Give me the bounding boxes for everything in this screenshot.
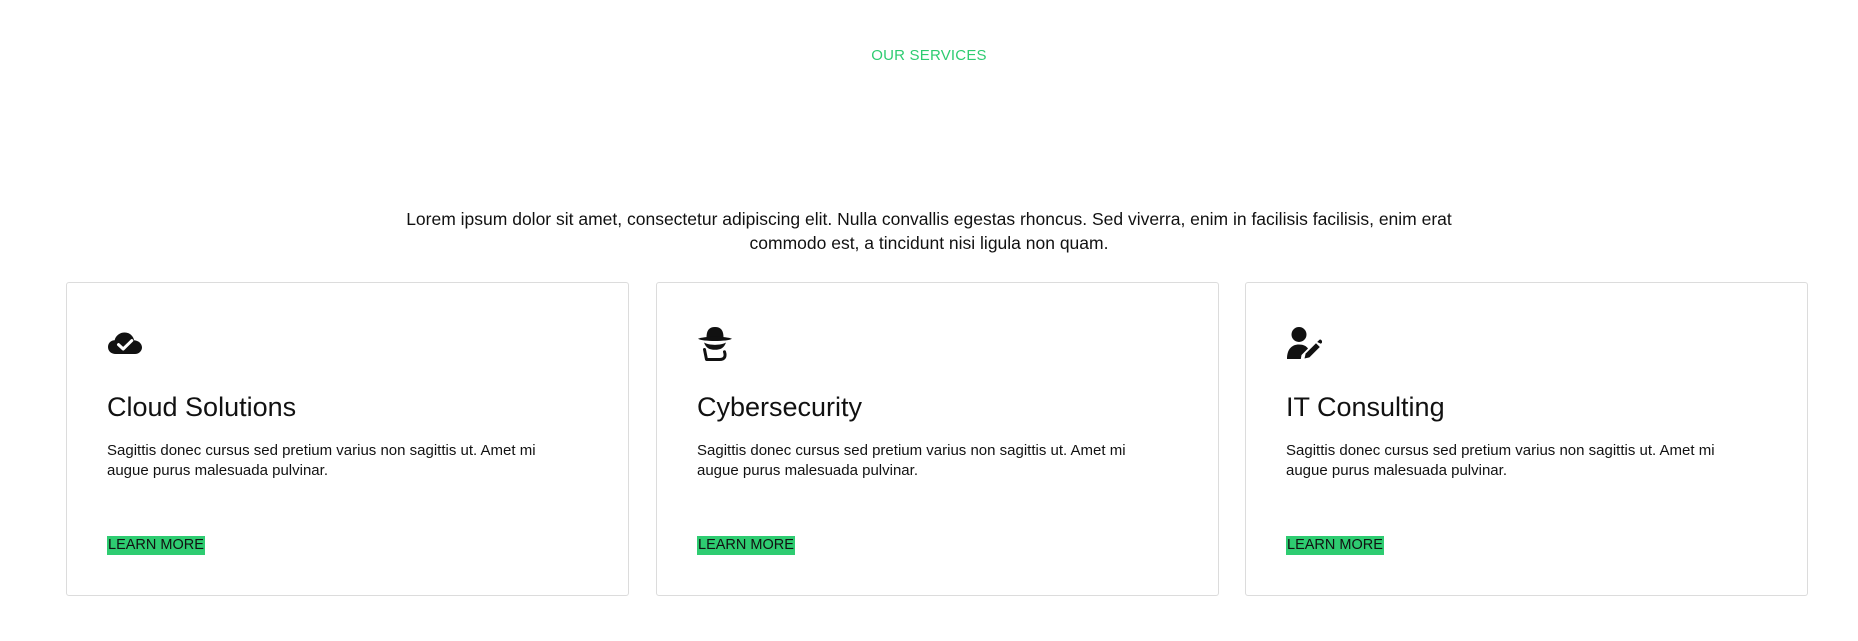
service-card-cybersecurity: Cybersecurity Sagittis donec cursus sed … bbox=[656, 282, 1219, 596]
service-card-it-consulting: IT Consulting Sagittis donec cursus sed … bbox=[1245, 282, 1808, 596]
section-intro: Lorem ipsum dolor sit amet, consectetur … bbox=[406, 208, 1452, 253]
user-edit-icon bbox=[1287, 327, 1322, 359]
learn-more-link[interactable]: LEARN MORE bbox=[1286, 536, 1384, 555]
service-card-cloud-solutions: Cloud Solutions Sagittis donec cursus se… bbox=[66, 282, 629, 596]
card-description: Sagittis donec cursus sed pretium varius… bbox=[1286, 442, 1715, 479]
user-secret-icon bbox=[698, 327, 732, 361]
cloud-check-icon bbox=[108, 332, 142, 354]
section-eyebrow: OUR SERVICES bbox=[871, 47, 987, 64]
card-title: Cybersecurity bbox=[697, 392, 863, 422]
learn-more-link[interactable]: LEARN MORE bbox=[107, 536, 205, 555]
card-title: IT Consulting bbox=[1286, 392, 1445, 422]
learn-more-link[interactable]: LEARN MORE bbox=[697, 536, 795, 555]
card-description: Sagittis donec cursus sed pretium varius… bbox=[697, 442, 1126, 479]
card-title: Cloud Solutions bbox=[107, 392, 297, 422]
card-description: Sagittis donec cursus sed pretium varius… bbox=[107, 442, 536, 479]
